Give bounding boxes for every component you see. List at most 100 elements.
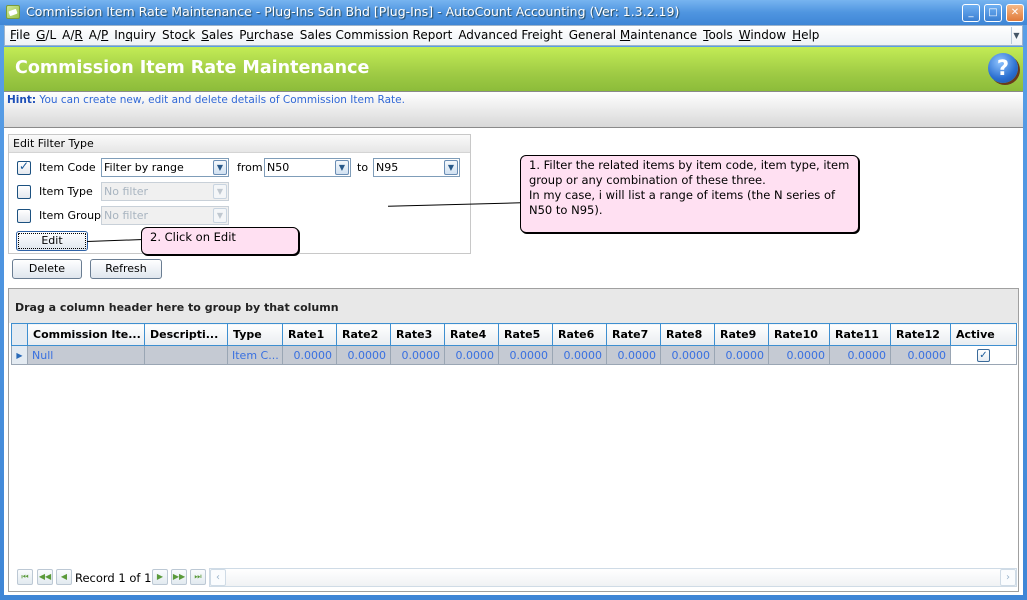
rate11-cell[interactable]: 0.0000: [829, 345, 891, 365]
scroll-right-icon[interactable]: ›: [1000, 569, 1016, 586]
item-group-checkbox[interactable]: [17, 209, 31, 223]
row-indicator-header: [11, 323, 28, 346]
menu-item-label: A/: [88, 28, 102, 42]
menu-item-label: uiry: [133, 28, 157, 42]
menu-item[interactable]: Tools: [700, 26, 736, 45]
menu-item[interactable]: Window: [736, 26, 789, 45]
menu-item-label: aintenance: [630, 28, 698, 42]
menu-item[interactable]: Inquiry: [111, 26, 159, 45]
item-code-checkbox[interactable]: [17, 159, 31, 175]
menu-item[interactable]: A/R: [59, 26, 86, 45]
item-code-from-value: N50: [267, 161, 290, 174]
column-header[interactable]: Rate5: [498, 323, 553, 346]
edit-button[interactable]: Edit: [16, 231, 88, 251]
menu-item-label: elp: [801, 28, 820, 42]
app-window: Commission Item Rate Maintenance - Plug-…: [0, 0, 1027, 600]
column-header[interactable]: Rate1: [282, 323, 337, 346]
menu-item-label: P: [101, 28, 109, 42]
refresh-button[interactable]: Refresh: [90, 259, 162, 279]
next-page-icon[interactable]: ▶▶: [171, 569, 187, 585]
scroll-left-icon[interactable]: ‹: [210, 569, 226, 586]
rate7-cell[interactable]: 0.0000: [606, 345, 661, 365]
rate2-cell[interactable]: 0.0000: [336, 345, 391, 365]
menu-item[interactable]: Advanced Freight: [455, 26, 565, 45]
menu-item[interactable]: Stock: [159, 26, 198, 45]
menu-item[interactable]: G/L: [33, 26, 59, 45]
menu-item[interactable]: Help: [789, 26, 822, 45]
last-record-icon[interactable]: ⏭: [190, 569, 206, 585]
rate-grid: Commission Ite... Descripti... Type Rate1 Ra…: [11, 323, 1017, 365]
menu-item-label: Sales Commission Report: [299, 28, 453, 42]
menu-item-label: ools: [708, 28, 733, 42]
chevron-down-icon: ▼: [213, 208, 227, 223]
rate4-cell[interactable]: 0.0000: [444, 345, 499, 365]
group-by-area[interactable]: Drag a column header here to group by th…: [9, 289, 1018, 323]
active-cell[interactable]: ✓: [950, 345, 1017, 365]
menu-item[interactable]: Purchase: [236, 26, 297, 45]
item-type-checkbox[interactable]: [17, 185, 31, 199]
menu-item[interactable]: A/P: [86, 26, 112, 45]
filter-group-title: Edit Filter Type: [9, 135, 470, 153]
column-header[interactable]: Rate8: [660, 323, 715, 346]
menu-item[interactable]: Sales Commission Report: [297, 26, 456, 45]
column-header[interactable]: Rate6: [552, 323, 607, 346]
grid-header-row: Commission Ite... Descripti... Type Rate1 Ra…: [11, 323, 1017, 346]
item-code-filter-mode-select[interactable]: Filter by range ▼: [101, 158, 229, 177]
hint-band: Hint: You can create new, edit and delet…: [4, 91, 1023, 128]
type-cell[interactable]: Item C...: [227, 345, 283, 365]
page-title: Commission Item Rate Maintenance: [15, 58, 370, 78]
item-group-label: Item Group: [39, 209, 102, 222]
rate3-cell[interactable]: 0.0000: [390, 345, 445, 365]
column-header[interactable]: Rate11: [829, 323, 891, 346]
column-header[interactable]: Active: [950, 323, 1017, 346]
close-button[interactable]: ✕: [1006, 4, 1024, 22]
item-code-to-select[interactable]: N95 ▼: [373, 158, 460, 177]
chevron-down-icon[interactable]: ▼: [213, 160, 227, 175]
rate9-cell[interactable]: 0.0000: [714, 345, 769, 365]
menu-item-label: H: [792, 28, 802, 42]
item-type-filter-mode-select[interactable]: No filter ▼: [101, 182, 229, 201]
column-header[interactable]: Rate4: [444, 323, 499, 346]
next-record-icon[interactable]: ▶: [152, 569, 168, 585]
chevron-down-icon[interactable]: ▼: [444, 160, 458, 175]
rate6-cell[interactable]: 0.0000: [552, 345, 607, 365]
table-row[interactable]: ▶ Null Item C... 0.0000 0.0000 0.0000 0.0000 0.…: [11, 345, 1017, 365]
previous-record-icon[interactable]: ◀: [56, 569, 72, 585]
delete-button[interactable]: Delete: [12, 259, 82, 279]
column-header[interactable]: Rate7: [606, 323, 661, 346]
title-bar[interactable]: Commission Item Rate Maintenance - Plug-…: [0, 0, 1027, 25]
rate12-cell[interactable]: 0.0000: [890, 345, 951, 365]
column-header[interactable]: Descripti...: [144, 323, 228, 346]
help-icon[interactable]: ?: [988, 53, 1018, 83]
rate1-cell[interactable]: 0.0000: [282, 345, 337, 365]
first-record-icon[interactable]: ⏮: [17, 569, 33, 585]
menu-item[interactable]: File: [7, 26, 33, 45]
menu-item-label: Sto: [162, 28, 182, 42]
menu-item[interactable]: General Maintenance: [566, 26, 700, 45]
active-checkbox[interactable]: ✓: [977, 349, 990, 362]
menu-item[interactable]: Sales: [198, 26, 236, 45]
minimize-button[interactable]: _: [962, 4, 980, 22]
description-cell[interactable]: [144, 345, 228, 365]
menu-overflow-chevron-icon[interactable]: ▼: [1011, 27, 1021, 44]
rate8-cell[interactable]: 0.0000: [660, 345, 715, 365]
column-header[interactable]: Rate3: [390, 323, 445, 346]
column-header[interactable]: Rate12: [890, 323, 951, 346]
column-header[interactable]: Commission Ite...: [27, 323, 145, 346]
column-header[interactable]: Type: [227, 323, 283, 346]
column-header[interactable]: Rate10: [768, 323, 830, 346]
item-type-filter-mode-value: No filter: [104, 185, 149, 198]
chevron-down-icon[interactable]: ▼: [335, 160, 349, 175]
menu-item-label: R: [74, 28, 83, 42]
previous-page-icon[interactable]: ◀◀: [37, 569, 53, 585]
item-group-filter-mode-select[interactable]: No filter ▼: [101, 206, 229, 225]
menu-item-label: q: [125, 28, 134, 42]
column-header[interactable]: Rate9: [714, 323, 769, 346]
maximize-button[interactable]: □: [984, 4, 1002, 22]
item-code-from-select[interactable]: N50 ▼: [264, 158, 351, 177]
rate5-cell[interactable]: 0.0000: [498, 345, 553, 365]
horizontal-scrollbar[interactable]: ‹ ›: [209, 568, 1017, 587]
column-header[interactable]: Rate2: [336, 323, 391, 346]
rate10-cell[interactable]: 0.0000: [768, 345, 830, 365]
commission-item-cell[interactable]: Null: [27, 345, 145, 365]
